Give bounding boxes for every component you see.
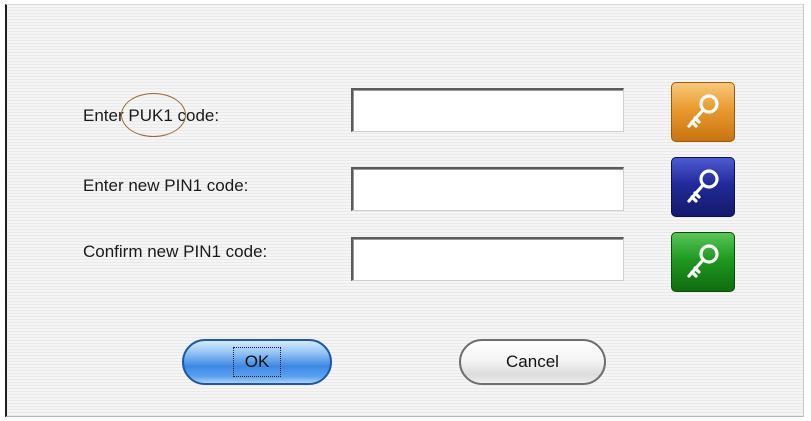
cancel-button[interactable]: Cancel [459, 339, 606, 385]
puk1-label: Enter PUK1 code: [83, 93, 219, 137]
puk1-input[interactable] [351, 88, 624, 132]
key-icon [687, 169, 719, 203]
key-icon [687, 94, 719, 128]
new-pin1-input[interactable] [351, 167, 624, 211]
key-icon [687, 244, 719, 278]
puk1-label-highlight: PUK1 [128, 106, 173, 125]
new-pin1-label: Enter new PIN1 code: [83, 176, 249, 195]
ok-button[interactable]: OK [182, 339, 332, 385]
confirm-pin1-input[interactable] [351, 237, 624, 281]
new-pin1-key-button[interactable] [671, 157, 735, 217]
puk1-highlight-circle: PUK1 [121, 93, 187, 137]
confirm-pin1-label: Confirm new PIN1 code: [83, 242, 268, 261]
ok-button-label: OK [232, 347, 282, 377]
cancel-button-label: Cancel [506, 352, 559, 371]
confirm-pin1-key-button[interactable] [671, 232, 735, 292]
puk1-key-button[interactable] [671, 82, 735, 142]
puk-unlock-dialog: Enter PUK1 code: Enter new PIN1 code: Co… [5, 4, 804, 417]
